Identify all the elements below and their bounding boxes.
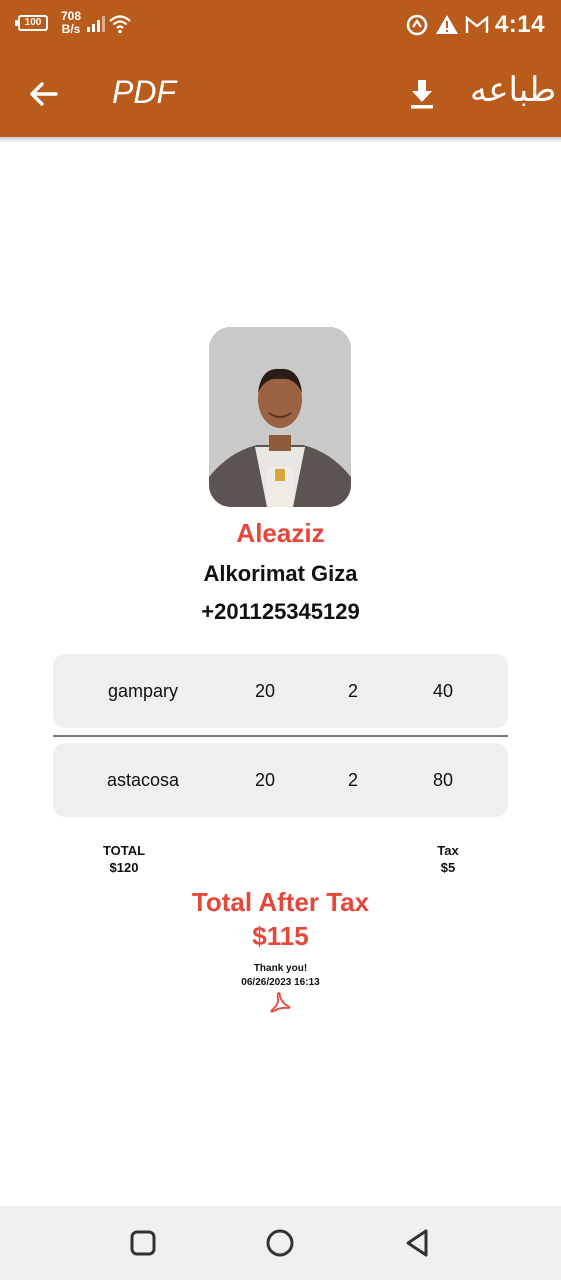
network-speed-unit: B/s	[61, 22, 81, 36]
total-label: TOTAL	[102, 843, 146, 858]
pdf-icon	[270, 992, 291, 1013]
home-icon[interactable]	[263, 1226, 297, 1260]
tax-value: $5	[440, 860, 456, 875]
page-title: PDF	[112, 74, 176, 110]
toolbar-shadow	[0, 137, 561, 143]
back-icon[interactable]	[400, 1226, 434, 1260]
profile-photo	[209, 327, 351, 507]
toolbar: PDF طباعه	[0, 52, 561, 137]
clock: 4:14	[494, 11, 545, 38]
customer-name: Aleaziz	[236, 518, 325, 548]
battery-icon: 100	[15, 15, 48, 31]
thank-you-text: Thank you!	[253, 963, 308, 974]
total-after-tax-value: $115	[252, 921, 309, 951]
item-amount: 80	[432, 770, 454, 790]
back-arrow-icon[interactable]	[26, 74, 62, 114]
item-amount: 40	[432, 681, 454, 701]
app-header: 100 708 B/s 4:14 PDF طباعه	[0, 0, 561, 137]
network-speed: 708 B/s	[56, 10, 86, 36]
item-quantity: 2	[347, 681, 358, 701]
tax-label: Tax	[437, 843, 459, 858]
recents-icon[interactable]	[126, 1226, 160, 1260]
item-quantity: 2	[347, 770, 358, 790]
warning-icon	[435, 15, 458, 34]
list-item: gampary 20 2 40	[53, 654, 508, 728]
total-value: $120	[109, 860, 139, 875]
receipt-datetime: 06/26/2023 16:13	[241, 977, 320, 988]
item-price: 20	[254, 770, 276, 790]
status-right: 4:14	[405, 10, 545, 40]
divider	[53, 735, 508, 737]
signal-icon	[87, 16, 105, 32]
item-name: gampary	[107, 681, 179, 701]
download-icon[interactable]	[404, 76, 440, 112]
sync-icon	[406, 14, 428, 36]
customer-address: Alkorimat Giza	[203, 561, 358, 586]
status-bar: 100 708 B/s 4:14	[0, 0, 561, 52]
print-button[interactable]: طباعه	[470, 70, 556, 110]
battery-level: 100	[24, 17, 42, 28]
system-nav-bar	[0, 1206, 561, 1280]
wifi-icon	[109, 15, 131, 34]
customer-phone: +201125345129	[201, 599, 360, 624]
item-price: 20	[254, 681, 276, 701]
item-name: astacosa	[106, 770, 180, 790]
gmail-icon	[465, 15, 489, 33]
total-after-tax-label: Total After Tax	[191, 887, 370, 917]
list-item: astacosa 20 2 80	[53, 743, 508, 817]
